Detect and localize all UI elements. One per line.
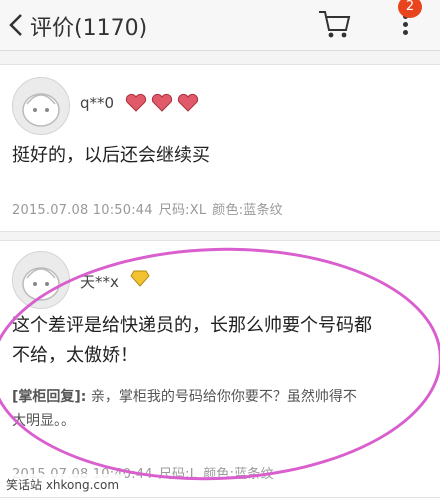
reply-label: [掌柜回复]: — [12, 389, 87, 405]
review-text-line: 这个差评是给快递员的，长那么帅要个号码都 — [12, 315, 372, 336]
page-title: 评价(1170) — [30, 16, 148, 41]
avatar — [12, 251, 70, 309]
top-bar: 评价(1170) 2 — [0, 0, 440, 51]
review-date: 2015.07.08 10:50:44 — [12, 203, 153, 218]
review-size: 尺码:XL — [158, 203, 207, 218]
review-meta: 2015.07.08 10:50:44 尺码:XL 颜色:蓝条纹 — [12, 199, 289, 218]
review-card: 天**x 这个差评是给快递员的，长那么帅要个号码都 不给，太傲娇！ [掌柜回复]… — [0, 240, 440, 498]
reply-text-line: 亲，掌柜我的号码给你你要不？虽然帅得不 — [90, 389, 357, 405]
review-color: 颜色:蓝条纹 — [212, 203, 283, 218]
chevron-left-icon[interactable] — [6, 12, 26, 38]
watermark: 笑话站 xhkong.com — [0, 474, 126, 496]
reviewer-name: q**0 — [80, 94, 115, 112]
reviewer-name: 天**x — [80, 273, 119, 291]
notification-badge: 2 — [398, 0, 422, 18]
diamond-level-icon — [130, 270, 150, 287]
shop-reply: [掌柜回复]: 亲，掌柜我的号码给你你要不？虽然帅得不 太明显。。 — [12, 385, 357, 433]
review-text: 挺好的，以后还会继续买 — [12, 145, 210, 166]
review-color: 颜色:蓝条纹 — [203, 467, 274, 482]
cart-icon[interactable] — [316, 8, 352, 40]
avatar — [12, 77, 70, 135]
review-card: q**0 挺好的，以后还会继续买 2015.07.08 10:50:44 尺码:X… — [0, 64, 440, 232]
review-text-line: 不给，太傲娇！ — [12, 345, 138, 366]
review-size: 尺码:L — [158, 467, 198, 482]
reply-text-line: 太明显。。 — [12, 413, 75, 429]
heart-level-icon — [125, 93, 199, 112]
review-text: 这个差评是给快递员的，长那么帅要个号码都 不给，太傲娇！ — [12, 311, 372, 371]
